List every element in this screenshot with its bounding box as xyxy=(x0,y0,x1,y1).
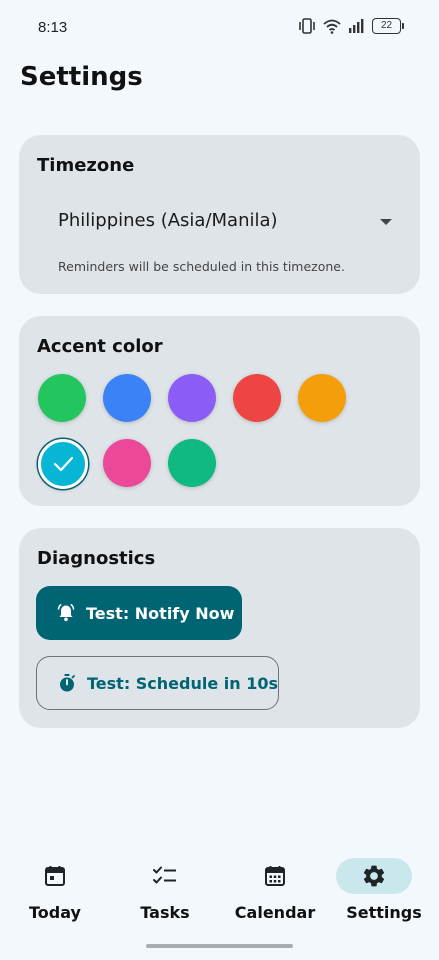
accent-swatch-cyan[interactable] xyxy=(38,439,88,489)
nav-item-today[interactable]: Today xyxy=(0,848,110,928)
nav-label-settings: Settings xyxy=(346,903,422,922)
accent-swatch-emerald[interactable] xyxy=(168,439,216,487)
bottom-navigation: Today Tasks Calendar Settings xyxy=(0,848,439,928)
timezone-title: Timezone xyxy=(37,155,135,176)
nav-item-settings[interactable]: Settings xyxy=(329,848,439,928)
bell-ring-icon xyxy=(56,603,86,623)
nav-item-tasks[interactable]: Tasks xyxy=(110,848,220,928)
nav-label-tasks: Tasks xyxy=(140,903,190,922)
timezone-dropdown[interactable]: Philippines (Asia/Manila) xyxy=(37,197,402,247)
accent-swatch-blue[interactable] xyxy=(103,374,151,422)
test-schedule-label: Test: Schedule in 10s xyxy=(87,673,279,693)
diagnostics-title: Diagnostics xyxy=(37,548,156,569)
status-bar: 8:13 22 xyxy=(0,0,439,58)
accent-color-card: Accent color xyxy=(19,316,420,506)
accent-swatch-pink[interactable] xyxy=(103,439,151,487)
accent-swatch-green[interactable] xyxy=(38,374,86,422)
page-title: Settings xyxy=(20,62,143,92)
battery-icon: 22 xyxy=(372,18,404,34)
timer-icon xyxy=(57,673,87,693)
nav-item-calendar[interactable]: Calendar xyxy=(220,848,330,928)
accent-swatch-orange[interactable] xyxy=(298,374,346,422)
timezone-helper-text: Reminders will be scheduled in this time… xyxy=(58,259,345,274)
timezone-selected-value: Philippines (Asia/Manila) xyxy=(58,210,278,231)
accent-color-title: Accent color xyxy=(37,336,163,357)
gear-icon xyxy=(336,858,412,894)
signal-icon xyxy=(348,19,365,33)
accent-swatch-red[interactable] xyxy=(233,374,281,422)
diagnostics-card: Diagnostics Test: Notify Now Test: Sched… xyxy=(19,528,420,728)
status-icons: 22 xyxy=(298,18,404,34)
test-schedule-button[interactable]: Test: Schedule in 10s xyxy=(36,656,279,710)
check-icon xyxy=(52,454,74,478)
test-notify-now-label: Test: Notify Now xyxy=(86,603,235,623)
calendar-day-icon xyxy=(27,858,83,894)
nav-label-calendar: Calendar xyxy=(234,903,316,922)
nav-label-today: Today xyxy=(29,903,81,922)
test-notify-now-button[interactable]: Test: Notify Now xyxy=(36,586,242,640)
vibrate-icon xyxy=(298,18,316,34)
calendar-icon xyxy=(247,858,303,894)
status-time: 8:13 xyxy=(38,19,68,36)
timezone-card: Timezone Philippines (Asia/Manila) Remin… xyxy=(19,135,420,294)
dropdown-caret-icon xyxy=(380,219,392,225)
accent-swatch-purple[interactable] xyxy=(168,374,216,422)
checklist-icon xyxy=(137,858,193,894)
home-indicator[interactable] xyxy=(146,944,293,948)
wifi-icon xyxy=(323,19,341,34)
